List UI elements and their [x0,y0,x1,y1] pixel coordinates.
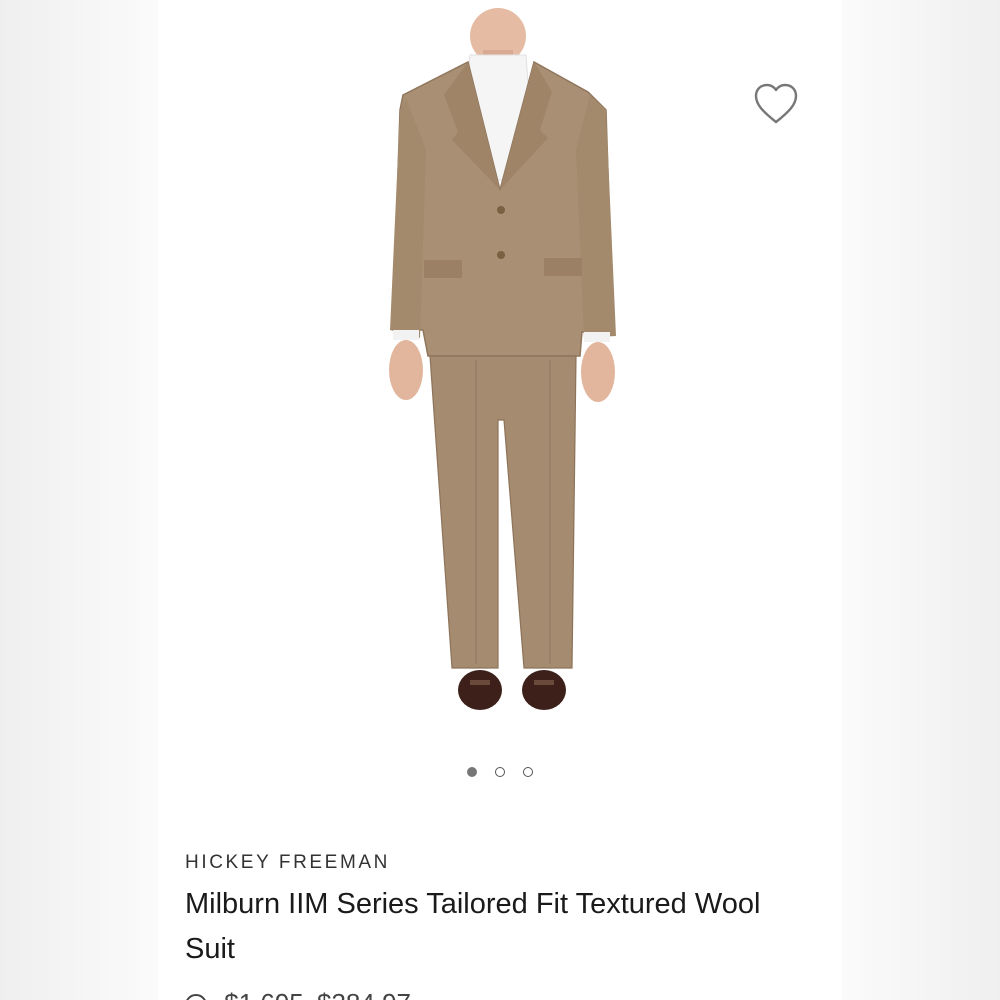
jacket-button-top [497,206,505,214]
wishlist-button[interactable] [752,82,800,126]
right-background [842,0,1000,1000]
original-price: $1,695 [224,988,304,1000]
gallery-dot-3[interactable] [523,767,533,777]
heart-outline-icon [754,83,798,124]
price-row: $1,695 $384.97 [185,988,411,1000]
product-title: Milburn IIM Series Tailored Fit Textured… [185,888,761,965]
right-pocket-flap [544,258,582,276]
left-hand [389,340,423,400]
right-cuff [584,332,610,342]
suit-trousers [429,355,577,669]
left-background [0,0,158,1000]
product-image[interactable] [158,0,842,760]
right-hand [581,342,615,402]
brand-name[interactable]: HICKEY FREEMAN [185,852,390,874]
left-pocket-flap [424,260,462,278]
left-shoe [458,670,502,710]
jacket-button-bottom [497,251,505,259]
product-page: HICKEY FREEMAN Milburn IIM Series Tailor… [0,0,1000,1000]
product-gallery[interactable] [158,0,842,760]
gallery-pagination [158,767,842,777]
right-shoe [522,670,566,710]
sale-price: $384.97 [317,988,411,1000]
left-cuff [393,330,419,340]
clock-icon [185,994,207,1000]
gallery-dot-2[interactable] [495,767,505,777]
gallery-dot-1[interactable] [467,767,477,777]
product-card: HICKEY FREEMAN Milburn IIM Series Tailor… [158,0,842,1000]
